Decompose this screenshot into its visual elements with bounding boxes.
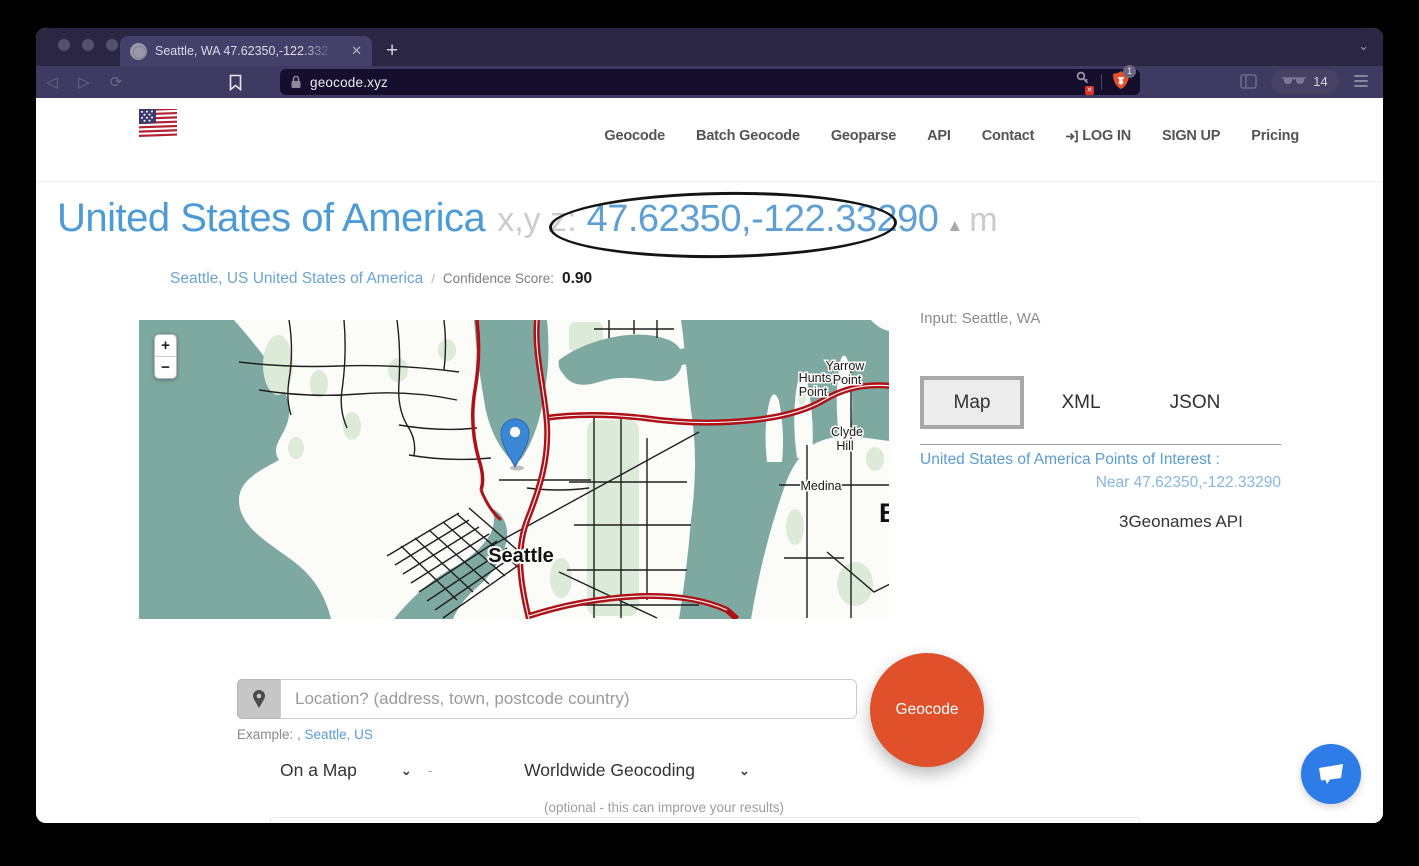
wallet-blocked-icon[interactable]: ✕: [1075, 71, 1091, 93]
location-pin-addon: [237, 679, 280, 719]
map-label-seattle: Seattle: [488, 545, 554, 567]
traffic-lights[interactable]: [58, 39, 118, 51]
blocked-badge: ✕: [1085, 86, 1094, 95]
place-link[interactable]: Seattle, US United States of America: [170, 270, 423, 288]
near-coordinates-link[interactable]: Near 47.62350,-122.33290: [920, 474, 1281, 492]
country-name: United States of America: [57, 196, 485, 241]
page-content: Geocode Batch Geocode Geoparse API Conta…: [36, 98, 1383, 823]
map-canvas: Yarrow Point Hunts Point Clyde Hill Medi…: [139, 320, 889, 619]
scope-dash: -: [428, 763, 432, 778]
forward-button[interactable]: ▷: [68, 73, 100, 91]
bookmark-icon[interactable]: [228, 74, 243, 91]
zoom-in-button[interactable]: +: [155, 335, 176, 357]
chat-button[interactable]: [1301, 744, 1361, 804]
chat-bubble-icon: [1317, 762, 1345, 786]
divider: [1101, 74, 1102, 90]
menu-icon[interactable]: [1354, 75, 1368, 87]
usa-flag-logo[interactable]: [139, 109, 177, 139]
confidence-value: 0.90: [562, 270, 592, 288]
shield-icon[interactable]: 1: [1112, 70, 1130, 95]
altitude-triangle-icon: ▲: [946, 216, 963, 236]
breadcrumb-separator: /: [431, 271, 435, 286]
result-breadcrumb: Seattle, US United States of America / C…: [170, 270, 592, 288]
map-label-yarrow-point: Yarrow: [826, 359, 866, 373]
tab-title: Seattle, WA 47.62350,-122.332: [155, 44, 333, 58]
new-tab-button[interactable]: +: [386, 36, 398, 66]
back-button[interactable]: ◁: [36, 73, 68, 91]
panel-divider: [920, 444, 1281, 445]
browser-tab[interactable]: Seattle, WA 47.62350,-122.332 ✕: [120, 36, 372, 66]
tab-json[interactable]: JSON: [1138, 392, 1252, 414]
example-hint: Example: , Seattle, US: [237, 727, 373, 742]
nav-contact[interactable]: Contact: [982, 128, 1035, 144]
sunglasses-icon: [1282, 77, 1306, 86]
zoom-out-button[interactable]: −: [155, 357, 176, 378]
privacy-stats-count: 14: [1313, 74, 1327, 89]
nav-pricing[interactable]: Pricing: [1251, 128, 1299, 144]
tab-map[interactable]: Map: [920, 376, 1024, 429]
login-icon: [1065, 130, 1078, 143]
nav-geocode[interactable]: Geocode: [604, 128, 665, 144]
svg-text:Point: Point: [799, 385, 828, 399]
maximize-window-button[interactable]: [106, 39, 118, 51]
url-text[interactable]: geocode.xyz: [310, 75, 1075, 90]
tab-search-chevron-icon[interactable]: ⌄: [1358, 38, 1369, 54]
altitude-unit: m: [969, 201, 997, 240]
map-zoom-control: + −: [154, 334, 177, 379]
address-bar[interactable]: geocode.xyz ✕ 1: [280, 69, 1140, 95]
tab-close-icon[interactable]: ✕: [351, 43, 362, 59]
title-bar: Seattle, WA 47.62350,-122.332 ✕ + ⌄: [36, 28, 1383, 66]
browser-window: Seattle, WA 47.62350,-122.332 ✕ + ⌄ ◁ ▷ …: [36, 28, 1383, 823]
map-label-clyde-hill: Clyde: [831, 425, 863, 439]
coordinates-value: 47.62350,-122.33290: [587, 198, 939, 241]
nav-batch-geocode[interactable]: Batch Geocode: [696, 128, 800, 144]
lock-icon: [290, 75, 302, 89]
nav-signup[interactable]: SIGN UP: [1162, 128, 1220, 144]
location-pin-icon: [252, 690, 266, 709]
coords-label: x,y z:: [497, 201, 576, 240]
browser-toolbar: ◁ ▷ ⟳ geocode.xyz ✕: [36, 66, 1383, 98]
map-label-bellevue: B: [879, 498, 889, 528]
shield-badge: 1: [1123, 65, 1136, 78]
partial-field: [270, 817, 1140, 823]
optional-note: (optional - this can improve your result…: [434, 800, 894, 815]
site-favicon-icon: [130, 43, 147, 60]
format-tabs: Map XML JSON: [920, 376, 1252, 429]
main-navigation: Geocode Batch Geocode Geoparse API Conta…: [604, 128, 1299, 144]
reload-button[interactable]: ⟳: [100, 73, 132, 91]
minimize-window-button[interactable]: [82, 39, 94, 51]
region-select[interactable]: Worldwide Geocoding: [524, 760, 695, 781]
geocode-button[interactable]: Geocode: [870, 653, 984, 767]
nav-geoparse[interactable]: Geoparse: [831, 128, 896, 144]
region-chevron-icon[interactable]: ⌄: [739, 763, 750, 779]
map-label-hunts-point: Hunts: [799, 371, 832, 385]
location-input[interactable]: [280, 679, 857, 719]
sidebar-toggle-icon[interactable]: [1240, 74, 1257, 89]
close-window-button[interactable]: [58, 39, 70, 51]
nav-login[interactable]: LOG IN: [1065, 128, 1131, 144]
scope-chevron-icon[interactable]: ⌄: [401, 763, 412, 779]
nav-api[interactable]: API: [927, 128, 951, 144]
svg-text:Hill: Hill: [836, 439, 853, 453]
input-echo: Input: Seattle, WA: [920, 310, 1040, 327]
map-label-medina: Medina: [801, 479, 842, 493]
result-headline: United States of America x,y z: 47.62350…: [57, 196, 998, 241]
result-map[interactable]: Yarrow Point Hunts Point Clyde Hill Medi…: [139, 320, 889, 619]
geonames-api-link[interactable]: 3Geonames API: [1119, 512, 1243, 532]
example-link[interactable]: Seattle, US: [305, 727, 373, 742]
tab-xml[interactable]: XML: [1024, 392, 1138, 414]
scope-select[interactable]: On a Map: [280, 760, 357, 781]
confidence-label: Confidence Score:: [443, 271, 554, 286]
options-row: On a Map ⌄ - Worldwide Geocoding ⌄: [280, 760, 750, 781]
privacy-stats-pill[interactable]: 14: [1271, 69, 1339, 94]
poi-link[interactable]: United States of America Points of Inter…: [920, 451, 1220, 469]
svg-text:Point: Point: [833, 373, 862, 387]
